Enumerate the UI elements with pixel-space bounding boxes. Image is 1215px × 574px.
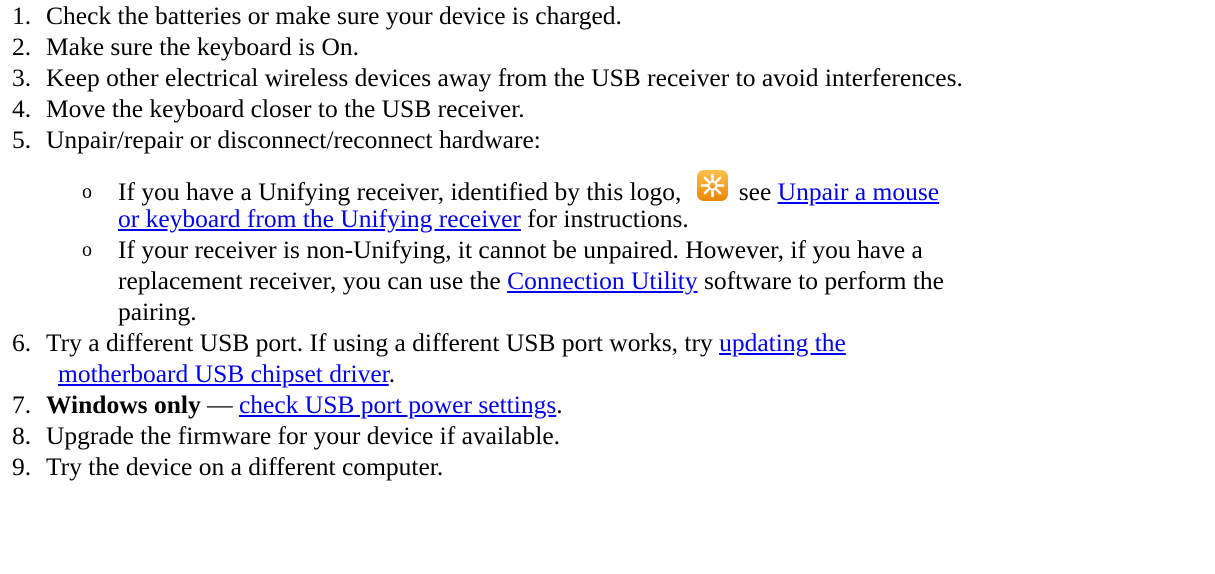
list-number: 2.	[12, 32, 32, 61]
list-text: Make sure the keyboard is On.	[46, 32, 359, 61]
list-text: Try the device on a different computer.	[46, 452, 444, 481]
list-item: 1. Check the batteries or make sure your …	[12, 0, 1215, 31]
sub-text: see	[738, 177, 772, 206]
list-item: 6. Try a different USB port. If using a d…	[12, 327, 1215, 358]
sub-list-item: o If your receiver is non-Unifying, it ca…	[12, 234, 1215, 265]
list-text: Upgrade the firmware for your device if …	[46, 421, 561, 450]
list-number: 8.	[12, 421, 32, 450]
sub-text: replacement receiver, you can use the	[118, 266, 501, 295]
list-item: 4. Move the keyboard closer to the USB re…	[12, 93, 1215, 124]
list-text: Check the batteries or make sure your de…	[46, 1, 622, 30]
list-text: Keep other electrical wireless devices a…	[46, 63, 963, 92]
unifying-logo-icon	[696, 170, 728, 201]
sub-text: for instructions.	[527, 204, 689, 233]
list-number: 3.	[12, 63, 32, 92]
unpair-link-continued[interactable]: or keyboard from the Unifying receiver	[118, 204, 521, 233]
list-item: 8. Upgrade the firmware for your device i…	[12, 420, 1215, 451]
troubleshooting-list: 1. Check the batteries or make sure your …	[0, 0, 1215, 574]
sub-list-continuation: replacement receiver, you can use the Co…	[12, 265, 1215, 296]
em-dash: —	[207, 390, 233, 419]
list-item: 9. Try the device on a different computer…	[12, 451, 1215, 482]
sub-list-continuation: or keyboard from the Unifying receiver f…	[12, 203, 1215, 234]
sub-text: If your receiver is non-Unifying, it can…	[118, 235, 923, 264]
list-item: 7. Windows only — check USB port power se…	[12, 389, 1215, 420]
list-item: 2. Make sure the keyboard is On.	[12, 31, 1215, 62]
update-chipset-driver-link-continued[interactable]: motherboard USB chipset driver	[58, 359, 389, 388]
connection-utility-link[interactable]: Connection Utility	[507, 266, 698, 295]
bullet-marker: o	[82, 239, 92, 261]
list-text: Unpair/repair or disconnect/reconnect ha…	[46, 125, 541, 154]
sub-text: pairing.	[118, 297, 197, 326]
windows-only-label: Windows only	[46, 390, 201, 419]
list-item: 5. Unpair/repair or disconnect/reconnect …	[12, 124, 1215, 155]
sub-list-item: o If you have a Unifying receiver, identi…	[12, 169, 1215, 206]
list-number: 5.	[12, 125, 32, 154]
list-item-continuation: motherboard USB chipset driver.	[12, 358, 1215, 389]
sub-text: If you have a Unifying receiver, identif…	[118, 177, 682, 206]
list-number: 7.	[12, 390, 32, 419]
list-number: 9.	[12, 452, 32, 481]
usb-power-settings-link[interactable]: check USB port power settings	[239, 390, 556, 419]
list-item: 3. Keep other electrical wireless devices…	[12, 62, 1215, 93]
sub-text: software to perform the	[703, 266, 945, 295]
list-number: 4.	[12, 94, 32, 123]
list-number: 1.	[12, 1, 32, 30]
unpair-link[interactable]: Unpair a mouse	[778, 177, 939, 206]
list-text: .	[556, 390, 563, 419]
list-number: 6.	[12, 328, 32, 357]
list-text: .	[388, 359, 396, 388]
sub-list-continuation: pairing.	[12, 296, 1215, 327]
list-text: Try a different USB port. If using a dif…	[46, 328, 713, 357]
list-text: Move the keyboard closer to the USB rece…	[46, 94, 525, 123]
update-chipset-driver-link[interactable]: updating the	[719, 328, 846, 357]
